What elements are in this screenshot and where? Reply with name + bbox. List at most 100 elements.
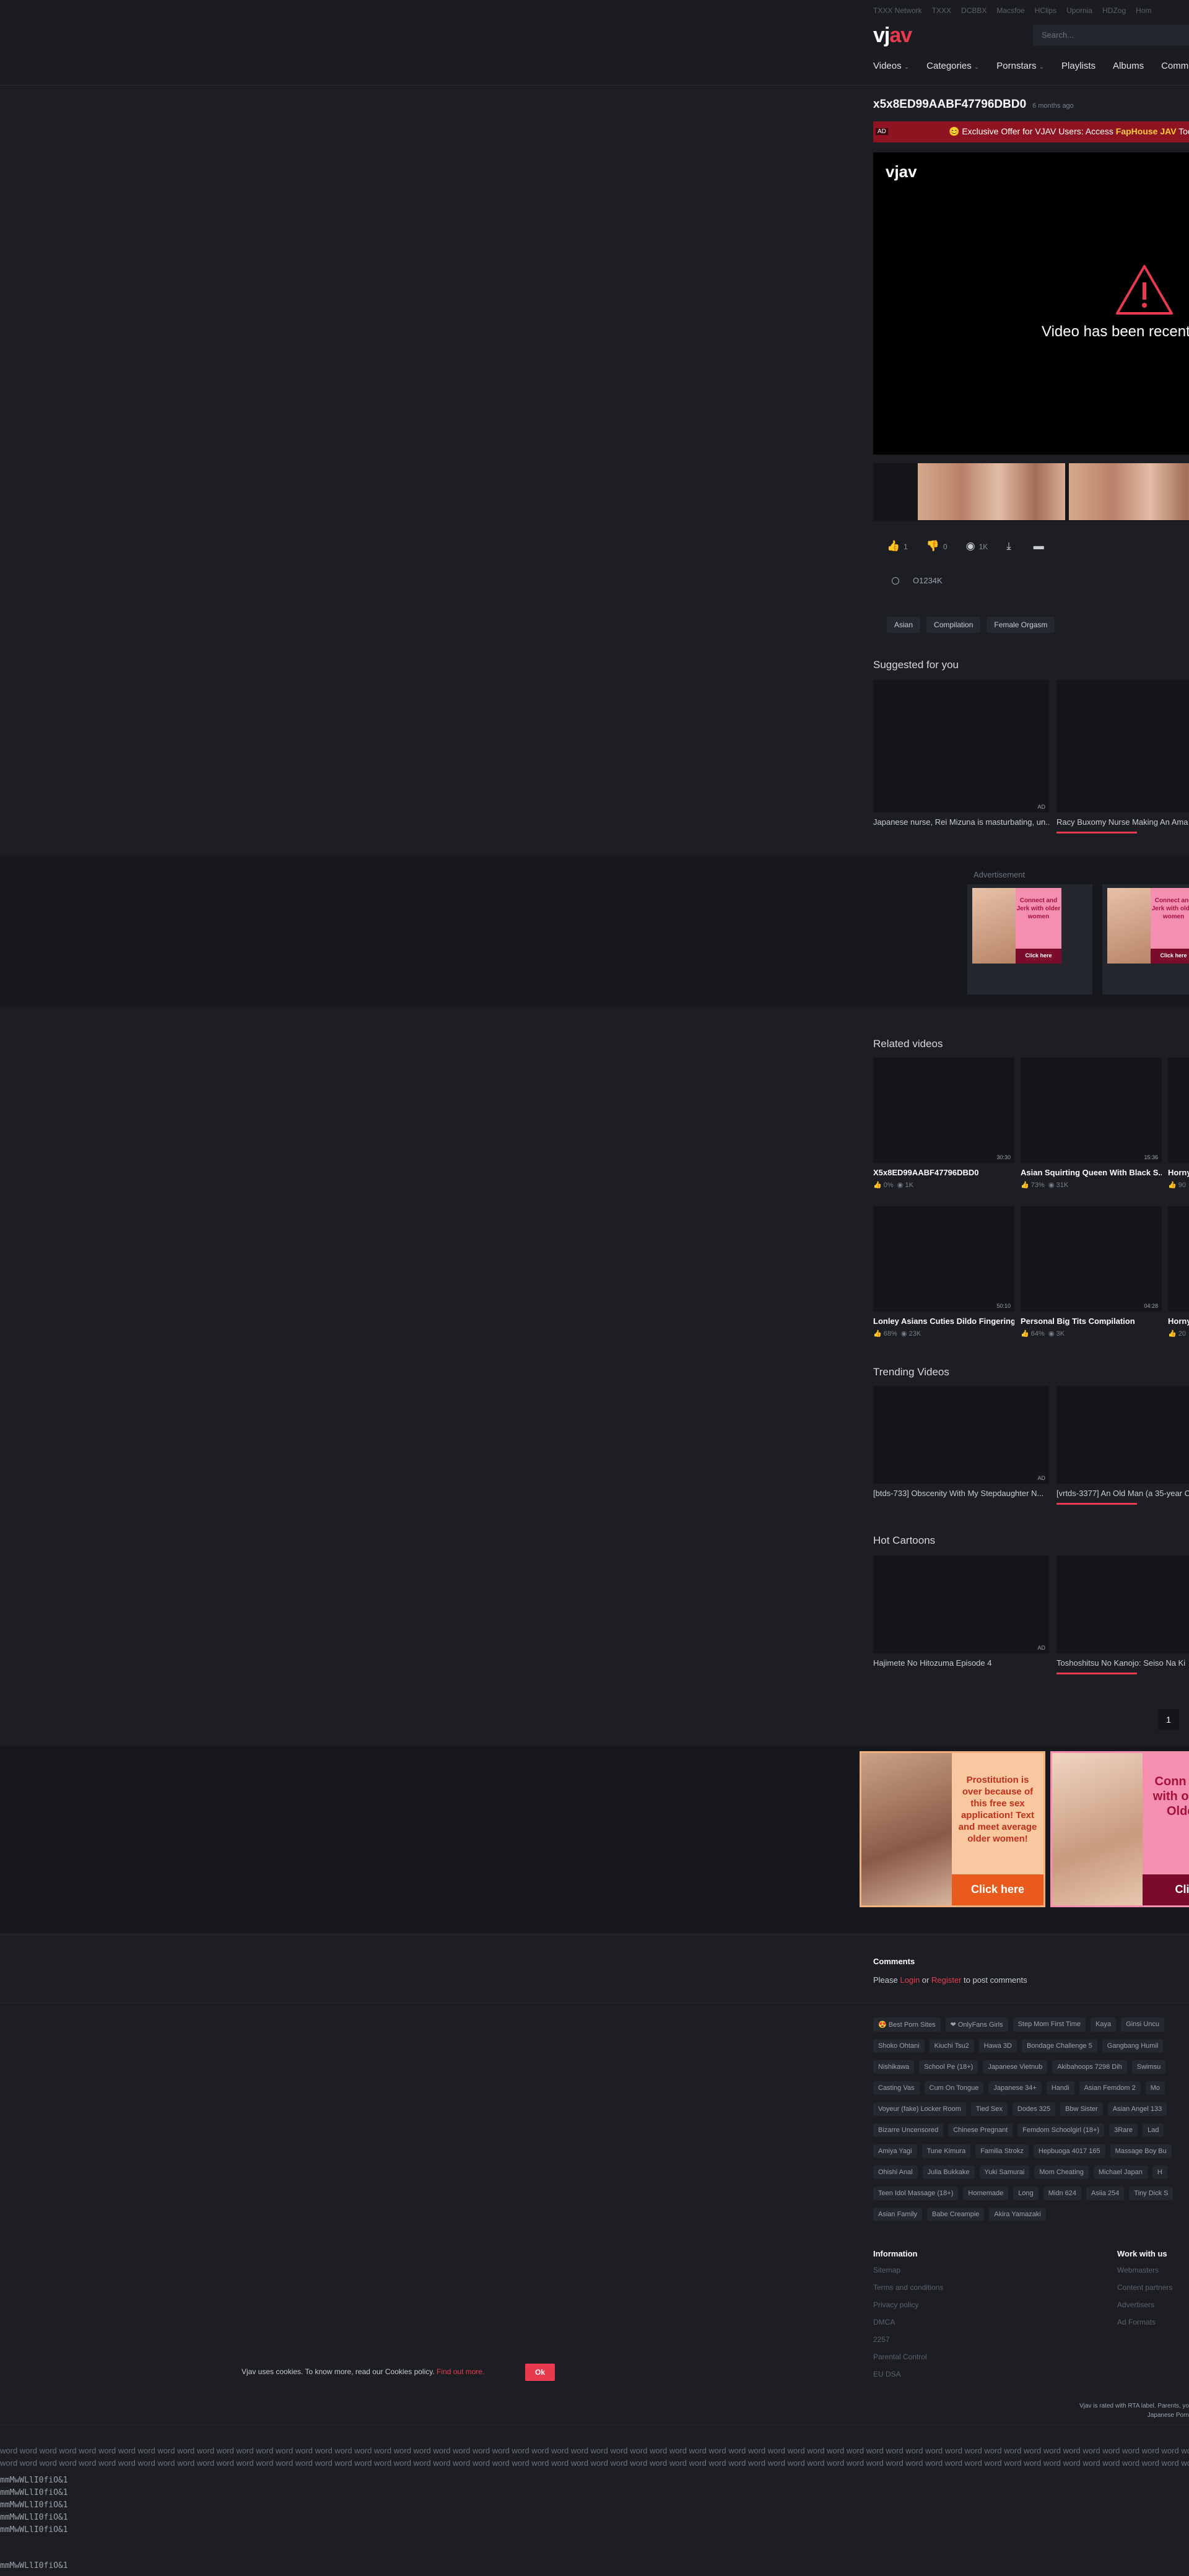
video-thumbnail[interactable] — [1168, 1058, 1189, 1163]
tag-link[interactable]: Tune Kimura — [921, 2144, 971, 2158]
network-link[interactable]: Hom — [1136, 6, 1151, 15]
tag-link[interactable]: Compilation — [926, 617, 981, 633]
tag-link[interactable]: Familia Strokz — [975, 2144, 1029, 2158]
tag-link[interactable]: Tiny Dick S — [1129, 2187, 1174, 2200]
tag-link[interactable]: Gangbang Humil — [1102, 2039, 1164, 2053]
video-thumbnail[interactable]: AD — [873, 1556, 1049, 1653]
tag-link[interactable]: Mo — [1145, 2081, 1165, 2095]
footer-link[interactable]: Advertisers — [1117, 2300, 1172, 2309]
site-logo[interactable]: vjav — [873, 24, 912, 48]
video-thumbnail[interactable]: 50:10 — [873, 1206, 1014, 1312]
footer-link[interactable]: Content partners — [1117, 2283, 1172, 2292]
tag-link[interactable]: 😍 Best Porn Sites — [873, 2017, 941, 2032]
video-thumbnail[interactable]: 30:30 — [873, 1058, 1014, 1163]
network-link[interactable]: Macsfoe — [996, 6, 1024, 15]
tag-link[interactable]: Cum On Tongue — [924, 2081, 984, 2095]
offer-banner[interactable]: AD 😊 Exclusive Offer for VJAV Users: Acc… — [873, 121, 1189, 142]
tag-link[interactable]: Massage Boy Bu — [1110, 2144, 1172, 2158]
cookie-policy-link[interactable]: Find out more. — [437, 2367, 484, 2376]
preview-thumb[interactable] — [918, 463, 1065, 520]
video-player[interactable]: vjav Video has been recently — [873, 152, 1189, 455]
tag-link[interactable]: Asian — [887, 617, 921, 633]
video-thumbnail[interactable]: 15:36 — [1021, 1058, 1162, 1163]
register-link[interactable]: Register — [931, 1975, 961, 1985]
video-title[interactable]: Personal Big Tits Compilation — [1021, 1316, 1162, 1326]
video-thumbnail[interactable] — [1168, 1206, 1189, 1312]
tag-link[interactable]: Femdom Schoolgirl (18+) — [1017, 2123, 1105, 2137]
network-link[interactable]: HClips — [1035, 6, 1056, 15]
ad-cta[interactable]: Click here — [1151, 949, 1189, 964]
preview-strip[interactable] — [873, 463, 1189, 521]
tag-link[interactable]: Bbw Sister — [1060, 2102, 1103, 2116]
like-button[interactable]: 👍 1 — [887, 540, 908, 552]
video-thumbnail[interactable]: 04:28 — [1021, 1206, 1162, 1312]
related-card[interactable]: Horny 👍 20 — [1168, 1206, 1189, 1338]
network-link[interactable]: TXXX Network — [873, 6, 922, 15]
tag-link[interactable]: Shoko Ohtani — [873, 2039, 925, 2053]
tag-link[interactable]: Handi — [1046, 2081, 1074, 2095]
tag-link[interactable]: Hawa 3D — [978, 2039, 1017, 2053]
ad-tile[interactable]: Connect and Jerk with older women Click … — [1102, 884, 1189, 994]
tag-link[interactable]: Babe Creampie — [926, 2208, 985, 2221]
tag-link[interactable]: Midn 624 — [1043, 2187, 1081, 2200]
footer-link[interactable]: Terms and conditions — [873, 2283, 943, 2292]
tag-link[interactable]: Ginsi Uncu — [1121, 2017, 1164, 2032]
tag-link[interactable]: Tied Sex — [970, 2102, 1008, 2116]
video-title[interactable]: [vrtds-3377] An Old Man (a 35-year C — [1056, 1489, 1189, 1498]
tag-link[interactable]: Japanese Vietnub — [983, 2060, 1048, 2074]
video-thumbnail[interactable] — [1056, 680, 1189, 812]
tag-link[interactable]: Step Mom First Time — [1013, 2017, 1086, 2032]
tag-link[interactable]: School Pe (18+) — [919, 2060, 978, 2074]
suggested-card[interactable]: AD Japanese nurse, Rei Mizuna is masturb… — [873, 680, 1049, 827]
tag-link[interactable]: ❤ OnlyFans Girls — [945, 2017, 1008, 2032]
tag-link[interactable]: Lad — [1143, 2123, 1164, 2137]
tag-link[interactable]: Asiia 254 — [1086, 2187, 1125, 2200]
tag-link[interactable]: Casting Vas — [873, 2081, 920, 2095]
video-title[interactable]: Horny — [1168, 1168, 1189, 1177]
video-title[interactable]: Racy Buxomy Nurse Making An Ama — [1056, 817, 1189, 827]
related-card[interactable]: 04:28 Personal Big Tits Compilation 👍 64… — [1021, 1206, 1162, 1338]
network-link[interactable]: TXXX — [932, 6, 951, 15]
footer-link[interactable]: 2257 — [873, 2335, 943, 2344]
tag-link[interactable]: Homemade — [963, 2187, 1009, 2200]
video-title[interactable]: Toshoshitsu No Kanojo: Seiso Na Ki — [1056, 1658, 1189, 1668]
tag-link[interactable]: Kaya — [1091, 2017, 1117, 2032]
pagination-page[interactable]: 1 — [1158, 1709, 1179, 1730]
nav-community[interactable]: Commu — [1161, 61, 1189, 71]
footer-link[interactable]: Privacy policy — [873, 2300, 943, 2309]
tag-link[interactable]: Asian Angel 133 — [1107, 2102, 1167, 2116]
network-link[interactable]: Upornia — [1066, 6, 1092, 15]
search-input[interactable]: Search... — [1033, 25, 1189, 46]
tag-link[interactable]: Bondage Challenge 5 — [1021, 2039, 1097, 2053]
footer-link[interactable]: DMCA — [873, 2318, 943, 2326]
tag-link[interactable]: 3Rare — [1109, 2123, 1138, 2137]
cookie-ok-button[interactable]: Ok — [525, 2364, 555, 2381]
video-title[interactable]: Hajimete No Hitozuma Episode 4 — [873, 1658, 1049, 1668]
cartoon-card[interactable]: Toshoshitsu No Kanojo: Seiso Na Ki — [1056, 1556, 1189, 1674]
tag-link[interactable]: Akira Yamazaki — [989, 2208, 1046, 2221]
tag-link[interactable]: Chinese Pregnant — [948, 2123, 1013, 2137]
comment-icon[interactable]: ▬ — [1034, 540, 1044, 552]
login-link[interactable]: Login — [900, 1975, 920, 1985]
video-title[interactable]: Asian Squirting Queen With Black S... — [1021, 1168, 1162, 1177]
tag-link[interactable]: Long — [1013, 2187, 1039, 2200]
video-title[interactable]: Lonley Asians Cuties Dildo Fingering... — [873, 1316, 1014, 1326]
tag-link[interactable]: Swimsu — [1131, 2060, 1166, 2074]
tag-link[interactable]: Amiya Yagi — [873, 2144, 917, 2158]
network-link[interactable]: DCBBX — [961, 6, 986, 15]
ad-cta[interactable]: Click here — [952, 1874, 1043, 1905]
ad-cta[interactable]: Click here — [1016, 949, 1061, 964]
video-thumbnail[interactable]: AD — [873, 1386, 1049, 1484]
tag-link[interactable]: Teen Idol Massage (18+) — [873, 2187, 959, 2200]
video-title[interactable]: Horny — [1168, 1316, 1189, 1326]
tag-link[interactable]: Yuki Samurai — [979, 2165, 1030, 2179]
download-icon[interactable]: ⤓ — [1006, 540, 1011, 552]
dislike-button[interactable]: 👎 0 — [926, 540, 947, 552]
footer-link[interactable]: Ad Formats — [1117, 2318, 1172, 2326]
banner-ad[interactable]: Prostitution is over because of this fre… — [860, 1751, 1045, 1907]
nav-playlists[interactable]: Playlists — [1061, 61, 1095, 71]
trending-card[interactable]: [vrtds-3377] An Old Man (a 35-year C — [1056, 1386, 1189, 1505]
nav-albums[interactable]: Albums — [1113, 61, 1144, 71]
tag-link[interactable]: H — [1152, 2165, 1167, 2179]
cartoon-card[interactable]: AD Hajimete No Hitozuma Episode 4 — [873, 1556, 1049, 1668]
